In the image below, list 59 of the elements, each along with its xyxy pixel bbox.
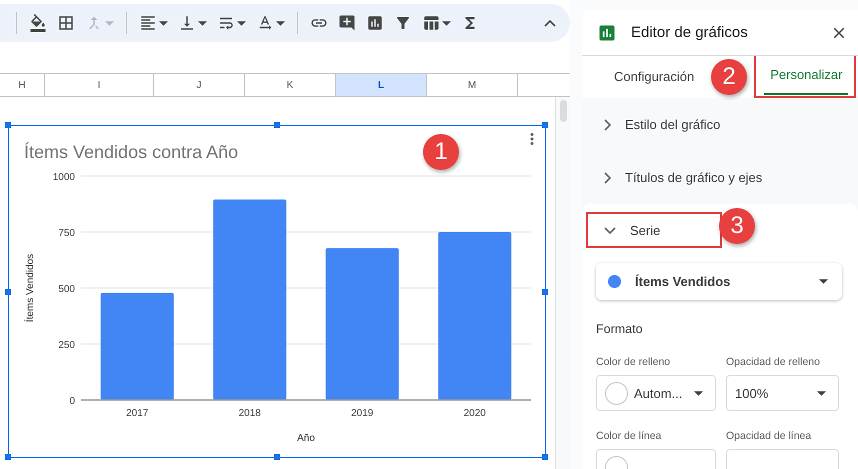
resize-handle[interactable] <box>5 454 11 460</box>
collapse-button[interactable] <box>542 18 558 28</box>
resize-handle[interactable] <box>542 454 548 460</box>
resize-handle[interactable] <box>5 288 11 294</box>
dropdown-caret-icon <box>276 20 285 26</box>
resize-handle[interactable] <box>274 122 280 128</box>
section-header[interactable]: Títulos de gráfico y ejes <box>582 151 858 204</box>
dropdown-caret-icon <box>817 390 826 396</box>
field-label: Opacidad de relleno <box>726 356 821 368</box>
align-left-icon <box>139 14 157 32</box>
color-dropdown[interactable]: Autom... <box>596 375 716 411</box>
color-swatch-icon <box>605 382 628 404</box>
tab[interactable]: Personalizar <box>764 56 848 95</box>
y-tick-label: 500 <box>58 284 75 295</box>
paint-bucket-icon <box>29 14 47 32</box>
align-bottom-icon <box>178 14 196 32</box>
y-axis-title: Ítems Vendidos <box>25 254 36 322</box>
dropdown-caret-icon <box>105 20 114 26</box>
chart-icon <box>597 22 617 42</box>
dropdown-caret-icon <box>159 20 168 26</box>
borders-icon <box>57 14 75 32</box>
field-label: Color de relleno <box>596 356 672 368</box>
y-tick-label: 1000 <box>52 172 75 183</box>
chart-icon <box>366 14 384 32</box>
y-tick-label: 250 <box>58 340 75 351</box>
x-axis-title: Año <box>297 433 315 444</box>
y-tick-label: 750 <box>58 228 75 239</box>
chevron-right-icon <box>604 118 611 130</box>
section-heading: Formato <box>596 322 644 336</box>
dropdown-caret-icon <box>442 20 451 26</box>
x-tick-label: 2020 <box>464 408 486 419</box>
dropdown-caret-icon <box>819 279 828 284</box>
filter-icon <box>394 14 412 32</box>
dropdown-caret-icon <box>237 20 246 26</box>
resize-handle[interactable] <box>542 288 548 294</box>
x-tick-label: 2017 <box>126 408 148 419</box>
table-icon <box>422 14 440 32</box>
field-label: Color de línea <box>596 430 662 442</box>
resize-handle[interactable] <box>5 122 11 128</box>
column-header[interactable]: L <box>336 74 427 96</box>
panel-title: Editor de gráficos <box>631 24 749 41</box>
series-dropdown[interactable]: Ítems Vendidos <box>596 263 842 300</box>
dropdown-caret-icon <box>694 390 704 396</box>
resize-handle[interactable] <box>542 122 548 128</box>
chevron-up-icon <box>544 20 556 26</box>
y-tick-label: 0 <box>69 396 75 407</box>
x-tick-label: 2019 <box>351 408 374 419</box>
resize-handle[interactable] <box>274 454 280 460</box>
section-header[interactable]: Estilo del gráfico <box>582 98 858 151</box>
scrollbar[interactable] <box>555 97 570 469</box>
chart-title: Ítems Vendidos contra Año <box>24 142 238 162</box>
chevron-down-icon <box>604 227 616 234</box>
chevron-right-icon <box>604 172 611 184</box>
tab[interactable]: Configuración <box>608 56 700 98</box>
dropdown-caret-icon <box>198 20 207 26</box>
field-label: Opacidad de línea <box>726 430 812 442</box>
add-comment-icon <box>338 14 356 32</box>
opacity-dropdown[interactable]: 100% <box>726 375 839 411</box>
x-tick-label: 2018 <box>238 408 261 419</box>
